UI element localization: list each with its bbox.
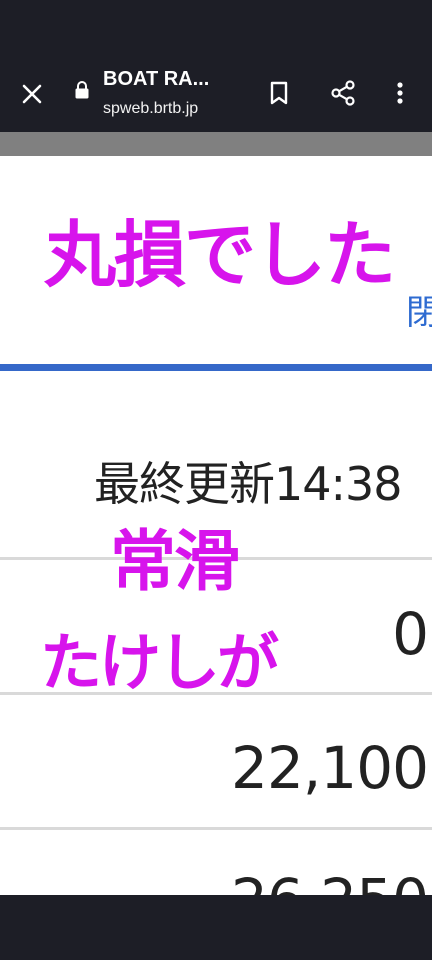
overlay-venue-text: 常滑: [110, 523, 240, 600]
row-value-1: 0: [392, 600, 429, 668]
more-vert-icon[interactable]: [390, 78, 410, 108]
section-divider-blue: [0, 364, 432, 371]
close-link[interactable]: 閉: [406, 285, 432, 334]
page-top-strip: [0, 132, 432, 156]
row-divider: [0, 827, 432, 830]
overlay-name-text: たけしが: [40, 626, 279, 699]
browser-toolbar: BOAT RA... spweb.brtb.jp: [0, 52, 432, 132]
status-bar: [0, 0, 432, 52]
navigation-bar: [0, 895, 432, 960]
last-updated-text: 最終更新14:38: [94, 457, 403, 511]
page-title[interactable]: BOAT RA...: [103, 68, 243, 91]
overlay-heading: 丸損でした: [44, 213, 396, 297]
bookmark-icon[interactable]: [264, 78, 294, 108]
row-divider: [0, 692, 432, 695]
row-value-2: 22,100: [231, 734, 429, 802]
url-text[interactable]: spweb.brtb.jp: [103, 100, 263, 118]
lock-icon: [75, 81, 89, 99]
share-icon[interactable]: [328, 78, 358, 108]
close-icon[interactable]: [16, 78, 48, 110]
